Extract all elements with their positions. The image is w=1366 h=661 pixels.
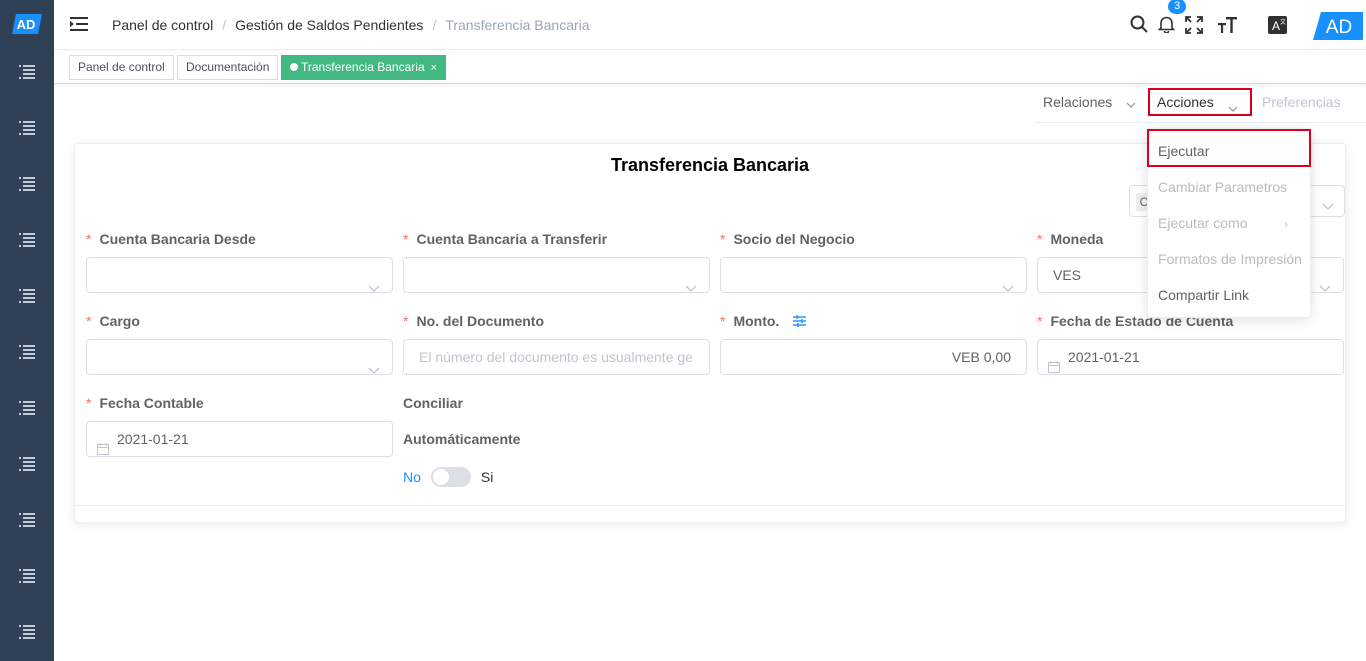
sidebar-menu-icon[interactable] [19,289,35,303]
sidebar-menu-icon[interactable] [19,625,35,639]
switch-knob [432,469,449,485]
switch-on-label[interactable]: Si [481,469,493,485]
navbar: Panel de control / Gestión de Saldos Pen… [54,0,1366,50]
switch-off-label[interactable]: No [403,469,421,485]
tag-transferencia-bancaria[interactable]: Transferencia Bancaria × [281,55,447,80]
tag-panel-de-control[interactable]: Panel de control [69,55,174,80]
fecha-contable-label: * Fecha Contable [86,395,204,411]
svg-text:A: A [1272,19,1280,33]
chevron-down-icon [1228,99,1238,115]
breadcrumb-separator: / [222,17,227,33]
sliders-icon[interactable] [793,314,807,330]
tag-documentacion[interactable]: Documentación [177,55,279,80]
sidebar-menu-icon[interactable] [19,177,35,191]
breadcrumb-item-current: Transferencia Bancaria [445,17,590,33]
menu-item-cambiar-parametros[interactable]: Cambiar Parametros [1158,179,1287,195]
automaticamente-label: Automáticamente [403,431,521,447]
relaciones-dropdown[interactable]: Relaciones [1043,94,1136,111]
tag-label: Documentación [186,60,270,74]
font-size-icon[interactable] [1217,16,1237,37]
no-documento-label: * No. del Documento [403,313,545,329]
sidebar: AD [0,0,54,661]
menu-item-formatos-impresion[interactable]: Formatos de Impresión [1158,251,1302,267]
menu-item-ejecutar[interactable]: Ejecutar [1158,143,1209,159]
socio-select[interactable] [720,257,1027,293]
tag-label: Transferencia Bancaria [301,60,425,74]
app-logo[interactable]: AD [12,14,42,34]
sidebar-menu-icon[interactable] [19,233,35,247]
sidebar-menu-icon[interactable] [19,457,35,471]
fecha-estado-datepicker[interactable]: 2021-01-21 [1037,339,1344,375]
notification-badge: 3 [1168,0,1186,14]
preferencias-dropdown[interactable]: Preferencias [1262,94,1341,110]
chevron-down-icon [368,352,380,374]
sidebar-menu-icon[interactable] [19,569,35,583]
calendar-icon [97,433,109,456]
acciones-menu: Ejecutar Cambiar Parametros Ejecutar com… [1147,128,1311,318]
fullscreen-icon[interactable] [1185,16,1203,37]
menu-item-ejecutar-como[interactable]: Ejecutar como [1158,215,1247,231]
cargo-label: * Cargo [86,313,140,329]
cuenta-desde-label: * Cuenta Bancaria Desde [86,231,256,247]
relaciones-label: Relaciones [1043,94,1113,110]
chevron-down-icon [1322,197,1334,213]
toggle-switch[interactable] [430,467,471,487]
hamburger-icon[interactable] [70,16,88,35]
cuenta-desde-select[interactable] [86,257,393,293]
breadcrumb-item-gestion[interactable]: Gestión de Saldos Pendientes [235,17,423,33]
conciliar-label: Conciliar [403,395,463,411]
tags-view: Panel de control Documentación Transfere… [54,51,1366,84]
svg-text:AD: AD [1326,17,1352,38]
active-dot-icon [290,63,298,71]
no-documento-input[interactable]: El número del documento es usualmente ge [403,339,710,375]
svg-text:文: 文 [1280,18,1286,26]
sidebar-menu-icon[interactable] [19,401,35,415]
chevron-down-icon [685,270,697,292]
bell-icon[interactable] [1157,15,1176,36]
chevron-right-icon: › [1284,217,1288,231]
cuenta-transferir-label: * Cuenta Bancaria a Transferir [403,231,608,247]
chevron-down-icon [1319,270,1331,292]
socio-label: * Socio del Negocio [720,231,855,247]
moneda-label: * Moneda [1037,231,1104,247]
fecha-contable-datepicker[interactable]: 2021-01-21 [86,421,393,457]
menu-item-compartir-link[interactable]: Compartir Link [1158,287,1249,303]
sidebar-menu-icon[interactable] [19,513,35,527]
monto-input[interactable]: VEB 0,00 [720,339,1027,375]
chevron-down-icon [1126,95,1136,111]
svg-text:AD: AD [17,17,36,32]
sidebar-menu-icon[interactable] [19,65,35,79]
language-icon[interactable]: A文 [1268,16,1287,37]
conciliar-switch[interactable]: No Si [403,467,493,487]
search-icon[interactable] [1130,15,1148,36]
acciones-dropdown[interactable]: Acciones [1148,88,1252,116]
calendar-icon [1048,351,1060,374]
chevron-down-icon [368,270,380,292]
cargo-select[interactable] [86,339,393,375]
acciones-label: Acciones [1157,94,1214,110]
avatar[interactable]: AD [1313,12,1363,40]
breadcrumb-item-panel[interactable]: Panel de control [112,17,213,33]
cuenta-transferir-select[interactable] [403,257,710,293]
sidebar-menu-icon[interactable] [19,345,35,359]
close-icon[interactable]: × [431,62,437,74]
sidebar-menu-icon[interactable] [19,121,35,135]
breadcrumb-separator: / [432,17,437,33]
monto-label: * Monto. [720,313,807,330]
chevron-down-icon [1002,270,1014,292]
breadcrumb: Panel de control / Gestión de Saldos Pen… [112,17,590,33]
preferencias-label: Preferencias [1262,94,1341,110]
tag-label: Panel de control [78,60,165,74]
